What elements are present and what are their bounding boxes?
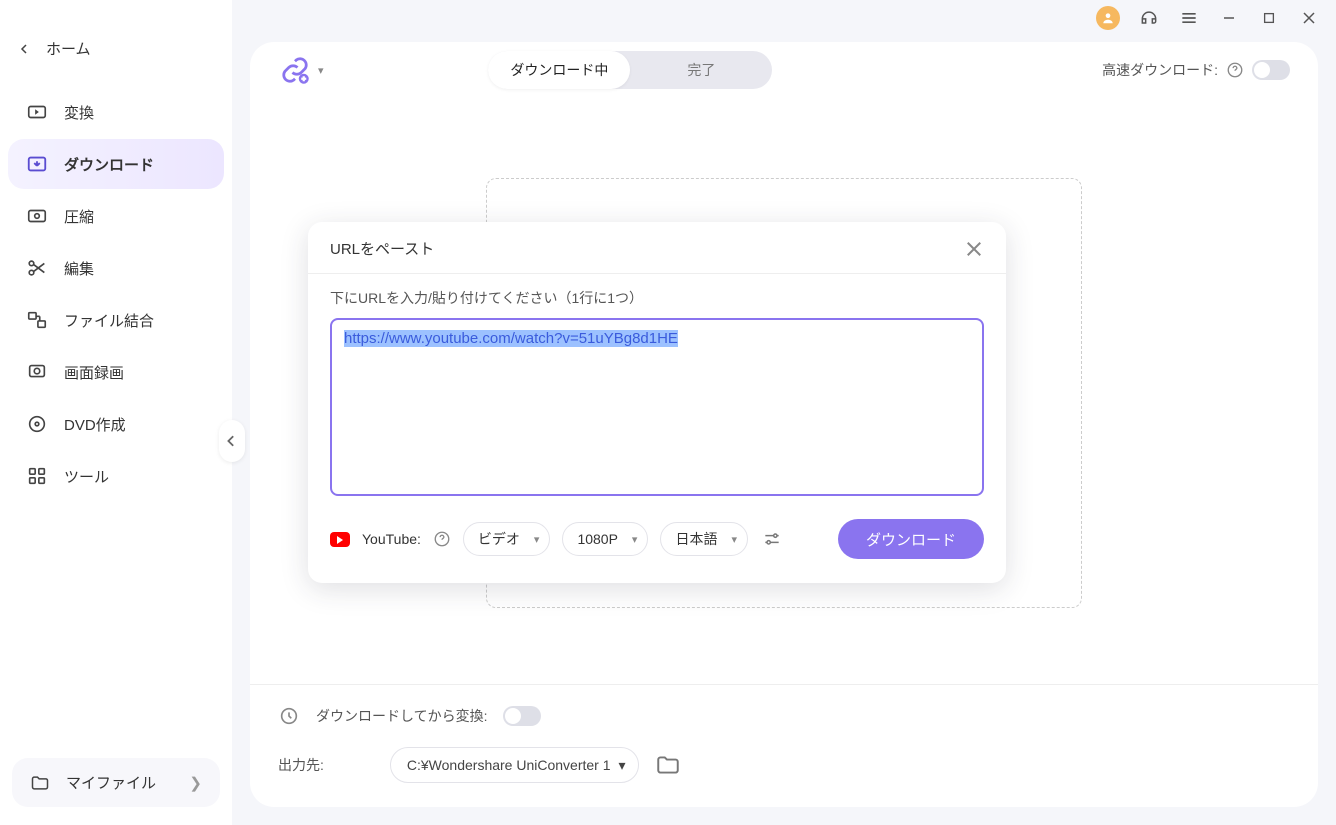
titlebar (232, 0, 1336, 36)
sidebar-item-compress[interactable]: 圧縮 (8, 191, 224, 241)
sidebar-item-convert[interactable]: 変換 (8, 87, 224, 137)
tab-switch: ダウンロード中 完了 (488, 51, 772, 89)
sidebar-item-label: ファイル結合 (64, 310, 154, 331)
hamburger-icon (1179, 8, 1199, 28)
sidebar-item-tools[interactable]: ツール (8, 451, 224, 501)
chevron-down-icon: ▾ (731, 533, 737, 546)
headset-icon (1139, 8, 1159, 28)
output-path-value: C:¥Wondershare UniConverter 1 (407, 757, 611, 773)
fast-download-toggle[interactable] (1252, 60, 1290, 80)
chevron-down-icon: ▾ (534, 533, 540, 546)
panel-header: ▾ ダウンロード中 完了 高速ダウンロード: (250, 42, 1318, 98)
fast-download-group: 高速ダウンロード: (1102, 60, 1290, 80)
sidebar-collapse-button[interactable] (219, 420, 245, 462)
language-value: 日本語 (675, 529, 717, 549)
output-path-select[interactable]: C:¥Wondershare UniConverter 1 ▾ (390, 747, 639, 783)
panel-footer: ダウンロードしてから変換: 出力先: C:¥Wondershare UniCon… (250, 684, 1318, 807)
folder-icon (30, 773, 50, 793)
sidebar-item-label: 変換 (64, 102, 94, 123)
download-icon (26, 153, 48, 175)
maximize-button[interactable] (1258, 7, 1280, 29)
chevron-down-icon: ▾ (632, 533, 638, 546)
help-icon[interactable] (1226, 61, 1244, 79)
sliders-icon (762, 529, 782, 549)
format-value: ビデオ (478, 529, 520, 549)
convert-toggle[interactable] (503, 706, 541, 726)
tab-downloading[interactable]: ダウンロード中 (488, 51, 630, 89)
scissors-icon (26, 257, 48, 279)
sidebar-item-label: DVD作成 (64, 414, 126, 435)
sidebar-item-screen-record[interactable]: 画面録画 (8, 347, 224, 397)
link-add-icon (280, 55, 310, 85)
record-icon (26, 361, 48, 383)
url-textarea[interactable] (330, 318, 984, 496)
quality-value: 1080P (577, 531, 617, 547)
fast-download-label: 高速ダウンロード: (1102, 60, 1218, 80)
compress-icon (26, 205, 48, 227)
link-dropdown[interactable]: ▾ (318, 64, 324, 77)
chevron-right-icon: ❯ (189, 774, 202, 792)
convert-icon (26, 101, 48, 123)
source-label: YouTube: (362, 531, 421, 547)
avatar[interactable] (1096, 6, 1120, 30)
language-select[interactable]: 日本語 ▾ (660, 522, 748, 556)
disc-icon (26, 413, 48, 435)
sidebar-item-dvd[interactable]: DVD作成 (8, 399, 224, 449)
maximize-icon (1262, 11, 1276, 25)
minimize-icon (1221, 10, 1237, 26)
content-panel: ▾ ダウンロード中 完了 高速ダウンロード: 2. 複数のURLを同時にダウンロ… (250, 42, 1318, 807)
sidebar-nav: 変換 ダウンロード 圧縮 編集 ファイル結合 画面録画 DVD作成 ツール (0, 83, 232, 505)
modal-body: 下にURLを入力/貼り付けてください（1行に1つ） (308, 274, 1006, 499)
user-icon (1101, 11, 1115, 25)
convert-toggle-label: ダウンロードしてから変換: (316, 706, 487, 726)
modal-header: URLをペースト (308, 222, 1006, 274)
merge-icon (26, 309, 48, 331)
download-button[interactable]: ダウンロード (838, 519, 984, 559)
home-button[interactable]: ホーム (0, 20, 232, 77)
sidebar-item-label: ダウンロード (64, 154, 154, 175)
menu-button[interactable] (1178, 7, 1200, 29)
sidebar: ホーム 変換 ダウンロード 圧縮 編集 ファイル結合 画面録画 DVD作成 (0, 0, 232, 825)
my-files-button[interactable]: マイファイル ❯ (12, 758, 220, 807)
output-label: 出力先: (278, 755, 324, 775)
minimize-button[interactable] (1218, 7, 1240, 29)
add-link-button[interactable] (278, 53, 312, 87)
sidebar-item-download[interactable]: ダウンロード (8, 139, 224, 189)
sidebar-item-merge[interactable]: ファイル結合 (8, 295, 224, 345)
modal-close-button[interactable] (964, 239, 984, 259)
sidebar-item-label: 画面録画 (64, 362, 124, 383)
history-icon (278, 705, 300, 727)
paste-url-modal: URLをペースト 下にURLを入力/貼り付けてください（1行に1つ） YouTu… (308, 222, 1006, 583)
main: ▾ ダウンロード中 完了 高速ダウンロード: 2. 複数のURLを同時にダウンロ… (232, 0, 1336, 825)
close-icon (1301, 10, 1317, 26)
help-icon[interactable] (433, 530, 451, 548)
home-label: ホーム (46, 38, 91, 59)
chevron-left-icon (226, 435, 238, 447)
sidebar-item-label: 圧縮 (64, 206, 94, 227)
apps-icon (26, 465, 48, 487)
modal-footer: YouTube: ビデオ ▾ 1080P ▾ 日本語 ▾ ダウンロード (308, 499, 1006, 583)
open-folder-button[interactable] (655, 752, 681, 778)
support-button[interactable] (1138, 7, 1160, 29)
my-files-label: マイファイル (66, 772, 156, 793)
sidebar-item-label: ツール (64, 466, 109, 487)
chevron-left-icon (20, 44, 30, 54)
modal-description: 下にURLを入力/貼り付けてください（1行に1つ） (330, 288, 984, 308)
format-select[interactable]: ビデオ ▾ (463, 522, 551, 556)
sidebar-item-edit[interactable]: 編集 (8, 243, 224, 293)
close-button[interactable] (1298, 7, 1320, 29)
chevron-down-icon: ▾ (619, 757, 626, 774)
tab-done[interactable]: 完了 (630, 51, 772, 89)
modal-title: URLをペースト (330, 238, 434, 259)
youtube-icon (330, 532, 350, 547)
settings-button[interactable] (760, 527, 784, 551)
quality-select[interactable]: 1080P ▾ (562, 522, 648, 556)
sidebar-item-label: 編集 (64, 258, 94, 279)
